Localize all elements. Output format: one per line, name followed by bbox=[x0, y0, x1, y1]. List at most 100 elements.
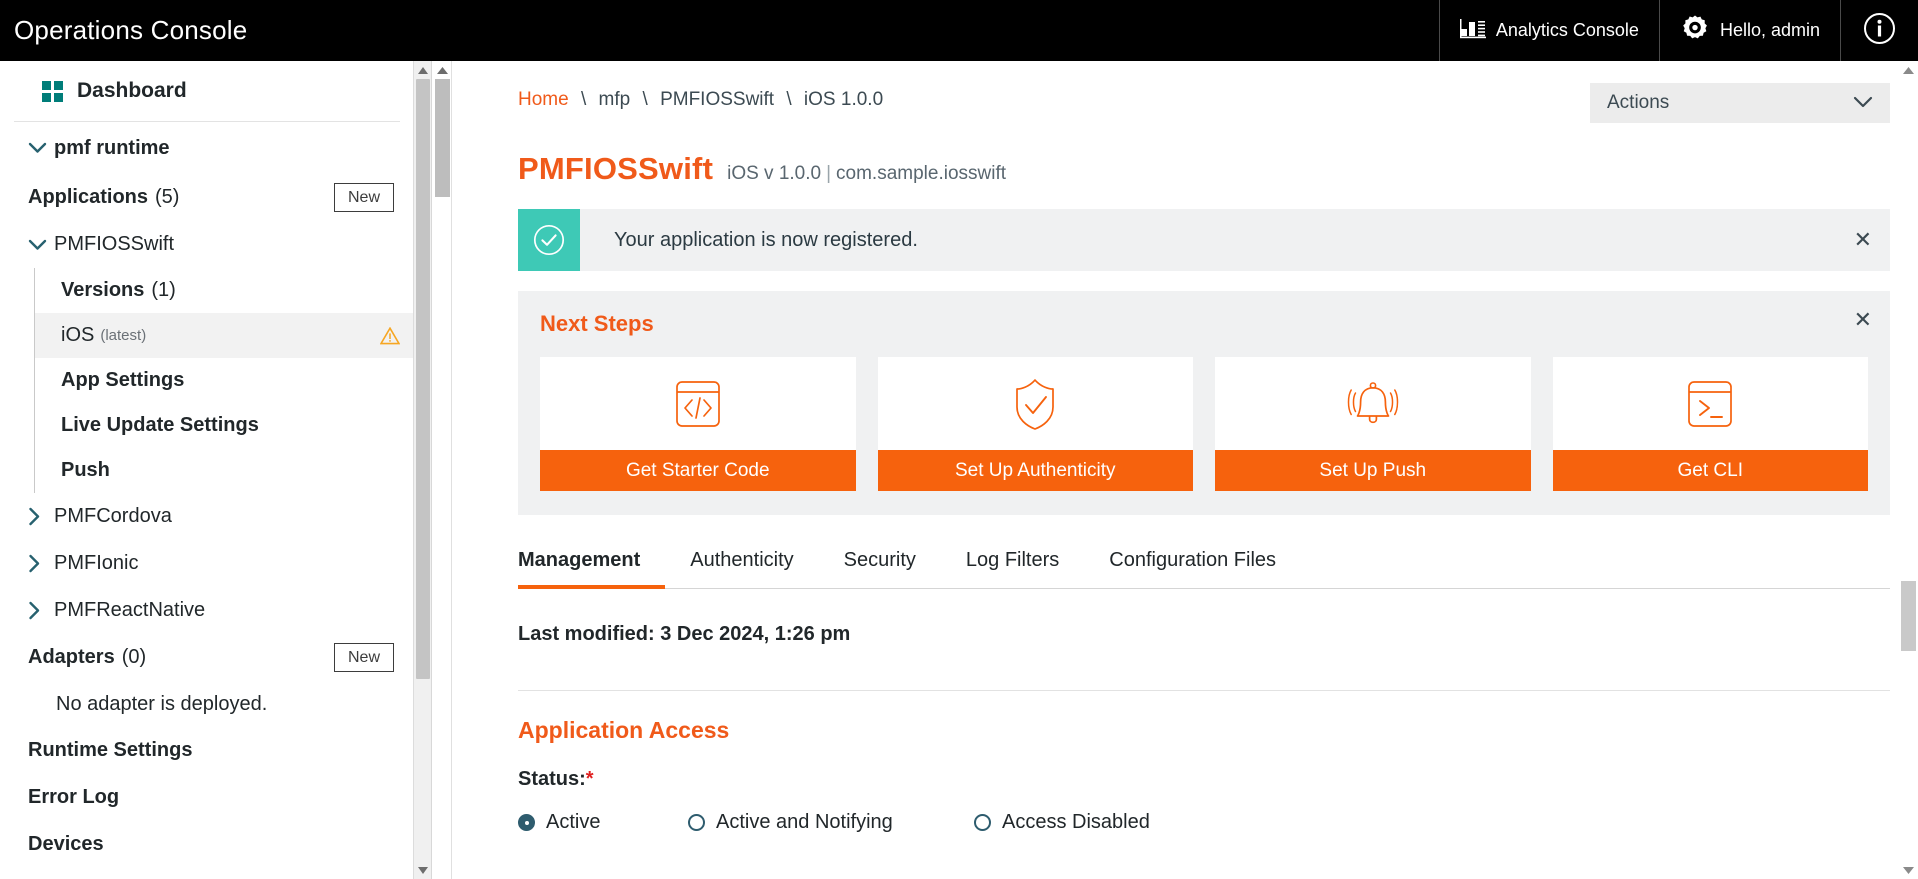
scroll-up-arrow-icon[interactable] bbox=[414, 61, 432, 79]
next-step-card-get-cli[interactable]: Get CLI bbox=[1553, 357, 1869, 491]
bar-chart-icon bbox=[1460, 17, 1486, 44]
radio-active[interactable]: Active bbox=[518, 811, 688, 834]
required-asterisk: * bbox=[586, 768, 594, 790]
page-title: PMFIOSSwift bbox=[518, 151, 713, 187]
radio-active-and-notifying-indicator[interactable] bbox=[688, 814, 705, 831]
main-content: Home \ mfp \ PMFIOSSwift \ iOS 1.0.0 Act… bbox=[452, 61, 1918, 879]
content-tabs: Management Authenticity Security Log Fil… bbox=[518, 543, 1890, 589]
radio-active-and-notifying[interactable]: Active and Notifying bbox=[688, 811, 974, 834]
radio-active-indicator[interactable] bbox=[518, 814, 535, 831]
breadcrumb-app[interactable]: PMFIOSSwift bbox=[660, 89, 774, 110]
body-wrapper: Dashboard pmf runtime Applications (5) N… bbox=[0, 61, 1918, 879]
status-radio-group: Active Active and Notifying Access Disab… bbox=[518, 811, 1890, 834]
sidebar-item-devices[interactable]: Devices bbox=[0, 821, 414, 868]
close-next-steps-button[interactable]: ✕ bbox=[1854, 309, 1872, 331]
warning-triangle-icon bbox=[380, 327, 400, 345]
new-application-button[interactable]: New bbox=[334, 183, 394, 212]
sidebar-item-versions[interactable]: Versions (1) bbox=[35, 268, 414, 313]
sidebar: Dashboard pmf runtime Applications (5) N… bbox=[0, 61, 432, 879]
breadcrumb-separator: \ bbox=[786, 89, 791, 110]
sidebar-item-dashboard-label: Dashboard bbox=[77, 79, 187, 103]
breadcrumb: Home \ mfp \ PMFIOSSwift \ iOS 1.0.0 bbox=[518, 83, 883, 111]
sidebar-scrollbar[interactable] bbox=[413, 61, 431, 879]
info-button[interactable] bbox=[1840, 0, 1918, 61]
actions-dropdown[interactable]: Actions bbox=[1590, 83, 1890, 123]
sidebar-scrollbar-thumb[interactable] bbox=[416, 79, 430, 679]
next-step-card-get-starter-code[interactable]: Get Starter Code bbox=[540, 357, 856, 491]
app-settings-label: App Settings bbox=[61, 369, 184, 392]
new-adapter-button[interactable]: New bbox=[334, 643, 394, 672]
sidebar-section-applications: Applications (5) New bbox=[0, 174, 414, 221]
page-scroll-up-arrow-icon[interactable] bbox=[1898, 61, 1918, 79]
error-log-label: Error Log bbox=[28, 786, 119, 809]
breadcrumb-separator: \ bbox=[581, 89, 586, 110]
page-subtitle-platform: iOS v 1.0.0 bbox=[727, 163, 821, 184]
user-menu-button[interactable]: Hello, admin bbox=[1659, 0, 1840, 61]
divider bbox=[518, 690, 1890, 691]
get-cli-button[interactable]: Get CLI bbox=[1553, 450, 1869, 491]
applications-count: (5) bbox=[155, 186, 179, 209]
application-access-title: Application Access bbox=[518, 717, 1890, 744]
next-steps-title: Next Steps bbox=[540, 311, 1868, 337]
page-scrollbar-thumb[interactable] bbox=[1901, 581, 1916, 651]
page-scrollbar[interactable] bbox=[1898, 61, 1918, 879]
content-scrollbar[interactable] bbox=[432, 61, 452, 879]
sidebar-item-ios-version[interactable]: iOS (latest) bbox=[35, 313, 414, 358]
page-scroll-down-arrow-icon[interactable] bbox=[1898, 861, 1918, 879]
radio-access-disabled-label: Access Disabled bbox=[1002, 811, 1150, 834]
live-update-settings-label: Live Update Settings bbox=[61, 414, 259, 437]
get-starter-code-button[interactable]: Get Starter Code bbox=[540, 450, 856, 491]
content-scrollbar-thumb[interactable] bbox=[435, 79, 450, 197]
runtime-settings-label: Runtime Settings bbox=[28, 739, 192, 762]
sidebar-item-error-log[interactable]: Error Log bbox=[0, 774, 414, 821]
tab-security[interactable]: Security bbox=[819, 543, 941, 589]
set-up-push-button[interactable]: Set Up Push bbox=[1215, 450, 1531, 491]
sidebar-item-dashboard[interactable]: Dashboard bbox=[14, 61, 400, 122]
breadcrumb-home[interactable]: Home bbox=[518, 89, 569, 110]
content-header-row: Home \ mfp \ PMFIOSSwift \ iOS 1.0.0 Act… bbox=[518, 61, 1890, 123]
status-label-text: Status: bbox=[518, 768, 586, 790]
ios-version-latest-label: (latest) bbox=[100, 327, 146, 344]
sidebar-item-pmfreactnative-label: PMFReactNative bbox=[54, 599, 205, 622]
sidebar-item-pmf-runtime-label: pmf runtime bbox=[54, 137, 170, 160]
top-bar-actions: Analytics Console Hello, admin bbox=[1439, 0, 1918, 61]
analytics-console-button[interactable]: Analytics Console bbox=[1439, 0, 1659, 61]
next-step-card-set-up-authenticity[interactable]: Set Up Authenticity bbox=[878, 357, 1194, 491]
sidebar-section-adapters: Adapters (0) New bbox=[0, 634, 414, 681]
sidebar-item-push[interactable]: Push bbox=[35, 448, 414, 493]
sidebar-item-app-settings[interactable]: App Settings bbox=[35, 358, 414, 403]
content-scroll-up-arrow-icon[interactable] bbox=[432, 61, 452, 79]
radio-active-and-notifying-label: Active and Notifying bbox=[716, 811, 893, 834]
sidebar-item-pmf-runtime[interactable]: pmf runtime bbox=[0, 122, 414, 174]
sidebar-item-pmfiosswift[interactable]: PMFIOSSwift bbox=[0, 221, 414, 268]
close-alert-button[interactable]: ✕ bbox=[1854, 229, 1872, 251]
chevron-down-icon bbox=[28, 142, 54, 154]
success-alert-message: Your application is now registered. bbox=[580, 229, 918, 252]
tab-management[interactable]: Management bbox=[518, 543, 665, 589]
tab-authenticity[interactable]: Authenticity bbox=[665, 543, 818, 589]
check-circle-icon bbox=[518, 209, 580, 271]
scroll-down-arrow-icon[interactable] bbox=[414, 861, 432, 879]
versions-label: Versions bbox=[61, 279, 144, 302]
devices-label: Devices bbox=[28, 833, 104, 856]
tab-log-filters[interactable]: Log Filters bbox=[941, 543, 1084, 589]
sidebar-item-pmfcordova[interactable]: PMFCordova bbox=[0, 493, 414, 540]
next-steps-panel: Next Steps ✕ bbox=[518, 291, 1890, 515]
sidebar-item-live-update-settings[interactable]: Live Update Settings bbox=[35, 403, 414, 448]
status-label: Status:* bbox=[518, 768, 1890, 791]
radio-access-disabled[interactable]: Access Disabled bbox=[974, 811, 1150, 834]
set-up-authenticity-button[interactable]: Set Up Authenticity bbox=[878, 450, 1194, 491]
breadcrumb-mfp[interactable]: mfp bbox=[599, 89, 631, 110]
sidebar-item-runtime-settings[interactable]: Runtime Settings bbox=[0, 727, 414, 774]
chevron-down-icon bbox=[28, 239, 54, 251]
subtitle-separator: | bbox=[826, 163, 831, 184]
next-steps-cards: Get Starter Code Set Up Authenticity bbox=[540, 357, 1868, 491]
next-step-card-set-up-push[interactable]: Set Up Push bbox=[1215, 357, 1531, 491]
chevron-right-icon bbox=[28, 601, 54, 620]
tab-configuration-files[interactable]: Configuration Files bbox=[1084, 543, 1301, 589]
radio-access-disabled-indicator[interactable] bbox=[974, 814, 991, 831]
no-adapter-message: No adapter is deployed. bbox=[0, 681, 414, 727]
sidebar-item-pmfionic[interactable]: PMFIonic bbox=[0, 540, 414, 587]
chevron-down-icon bbox=[1853, 92, 1873, 114]
sidebar-item-pmfreactnative[interactable]: PMFReactNative bbox=[0, 587, 414, 634]
